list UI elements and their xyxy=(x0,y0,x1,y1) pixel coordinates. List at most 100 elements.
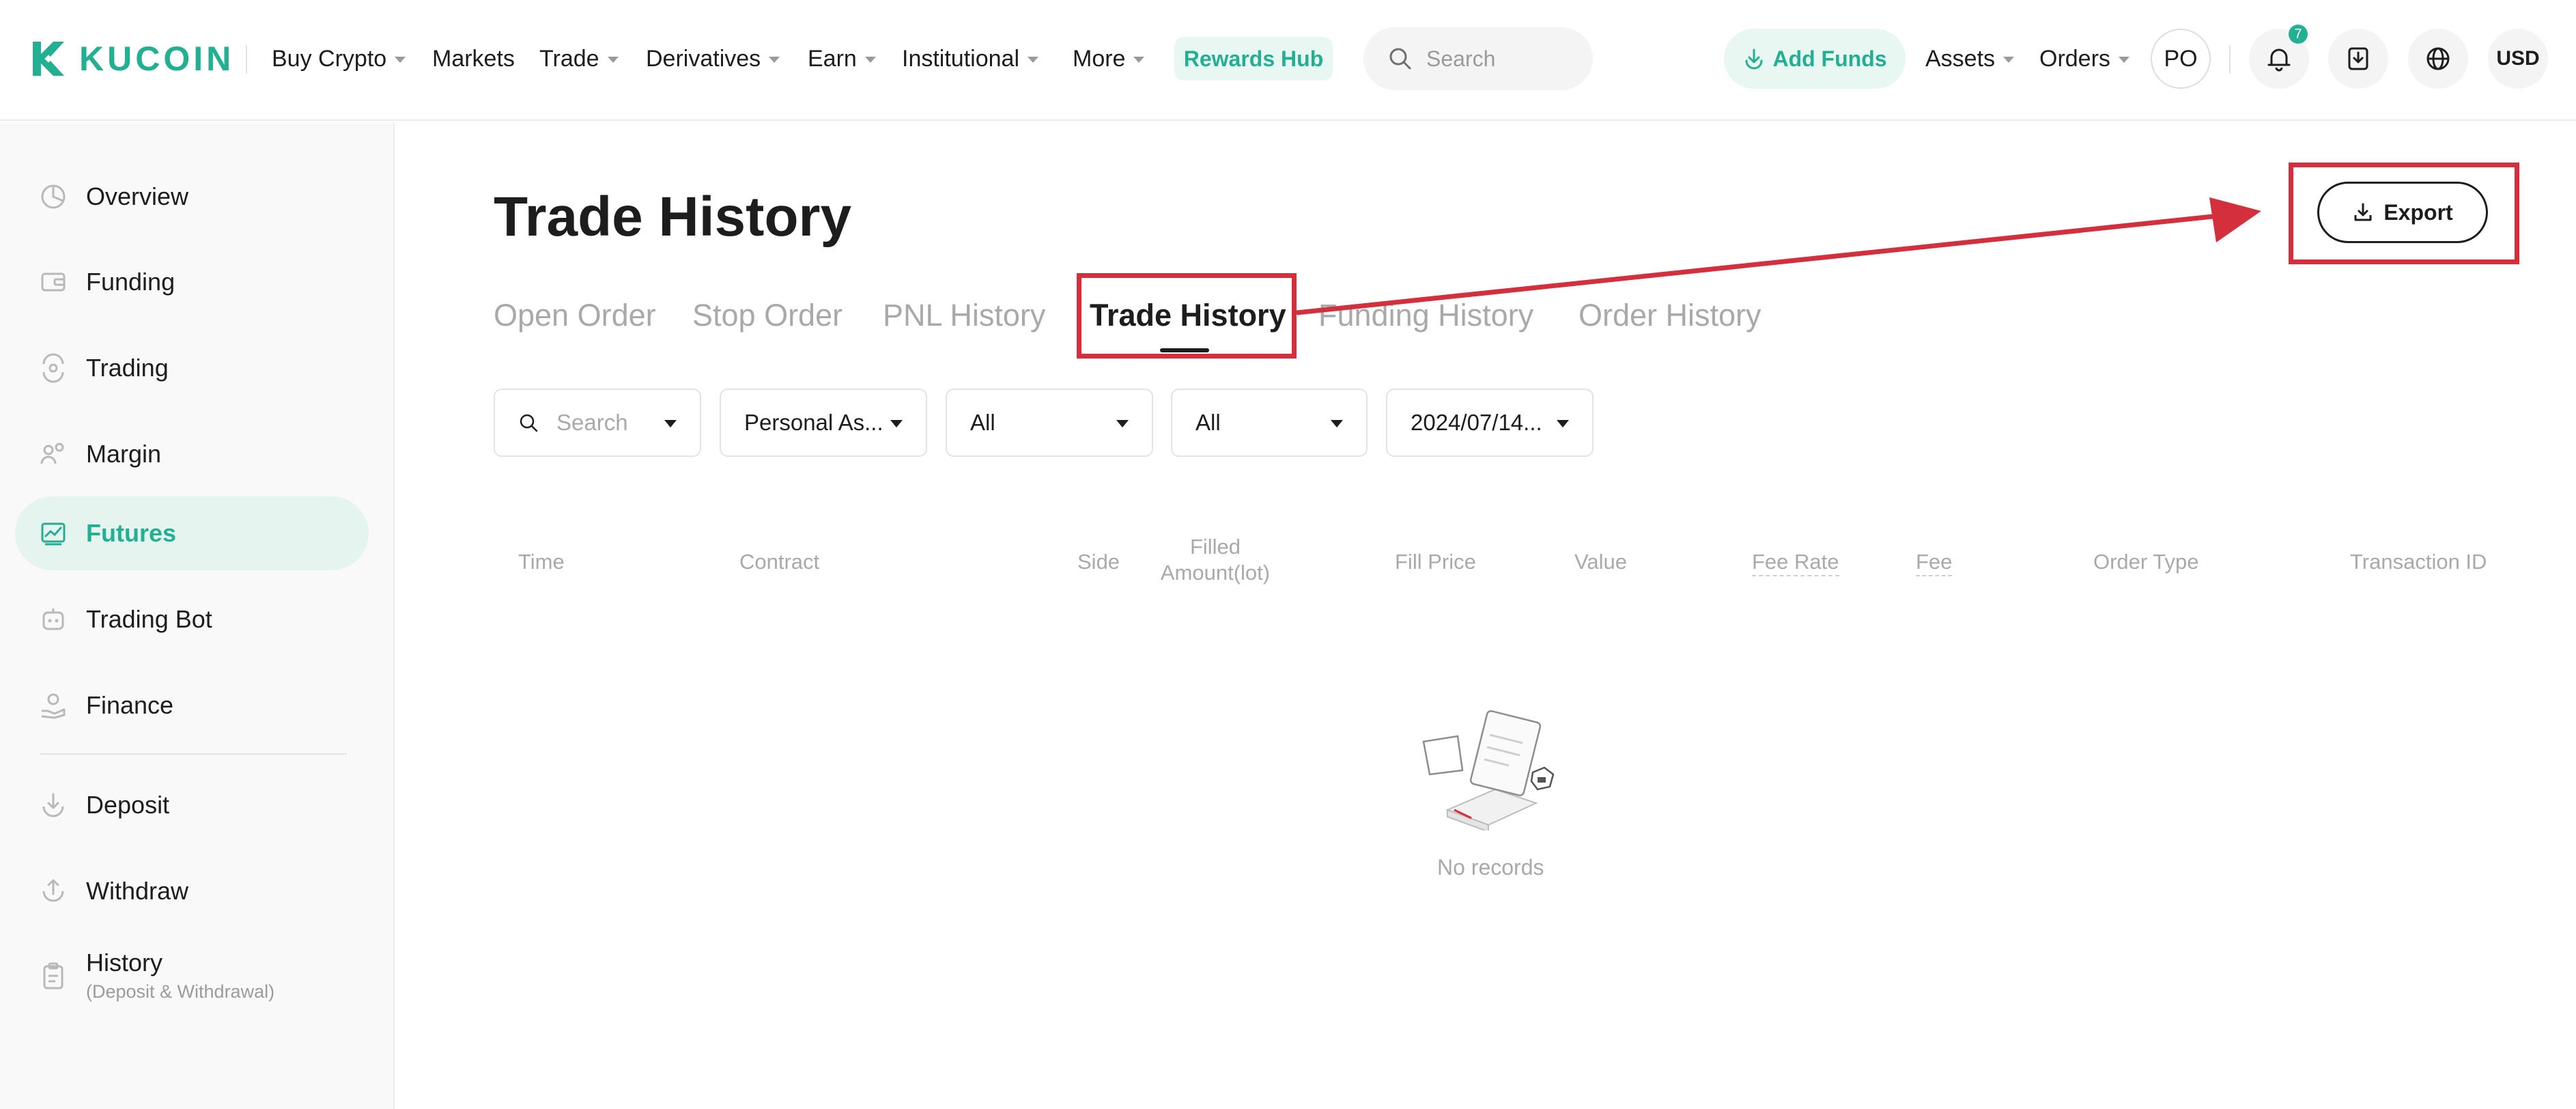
sidebar-item-history[interactable]: History (Deposit & Withdrawal) xyxy=(15,940,369,1022)
nav-label: Buy Crypto xyxy=(272,46,387,72)
sidebar-item-trading-bot[interactable]: Trading Bot xyxy=(15,582,369,656)
exchange-icon xyxy=(42,353,64,383)
sidebar-item-label: Trading xyxy=(86,354,169,382)
download-arrow-icon xyxy=(1745,48,1763,70)
caret-down-icon xyxy=(664,420,677,427)
logo-text: KUCOIN xyxy=(79,40,235,78)
column-header-time: Time xyxy=(518,550,565,574)
sidebar-item-label: Funding xyxy=(86,268,175,296)
chevron-down-icon xyxy=(769,56,780,63)
caret-down-icon xyxy=(1116,420,1129,427)
currency-label: USD xyxy=(2496,47,2540,70)
nav-trade[interactable]: Trade xyxy=(539,42,619,75)
futures-chart-icon xyxy=(41,522,66,546)
nav-more[interactable]: More xyxy=(1073,42,1145,75)
sidebar-item-label: Overview xyxy=(86,182,189,210)
sidebar-item-finance[interactable]: Finance xyxy=(15,669,369,742)
language-button[interactable] xyxy=(2408,29,2468,89)
download-app-button[interactable] xyxy=(2328,29,2388,89)
filter-side-select[interactable]: All xyxy=(946,389,1153,457)
sidebar-history-text: History (Deposit & Withdrawal) xyxy=(86,949,274,1002)
sidebar-item-sublabel: (Deposit & Withdrawal) xyxy=(86,981,275,1002)
tab-order-history[interactable]: Order History xyxy=(1579,295,1761,336)
currency-button[interactable]: USD xyxy=(2488,29,2548,89)
nav-divider xyxy=(246,45,247,74)
chevron-down-icon xyxy=(2003,56,2015,63)
globe-icon xyxy=(2426,47,2450,70)
pie-chart-icon xyxy=(41,184,66,209)
tab-open-order[interactable]: Open Order xyxy=(494,295,656,336)
nav-label: More xyxy=(1073,46,1126,72)
column-header-side: Side xyxy=(1077,550,1120,574)
sidebar-item-label: Deposit xyxy=(86,791,170,819)
top-search-input[interactable]: Search xyxy=(1363,27,1593,90)
column-header-fee[interactable]: Fee xyxy=(1916,549,1953,576)
sidebar-item-overview[interactable]: Overview xyxy=(15,160,369,234)
chevron-down-icon xyxy=(607,56,619,63)
nav-institutional[interactable]: Institutional xyxy=(902,42,1038,75)
nav-label: Assets xyxy=(1925,46,1996,72)
filter-date-select[interactable]: 2024/07/14... xyxy=(1386,389,1594,457)
sidebar-item-deposit[interactable]: Deposit xyxy=(15,768,369,842)
hand-coin-icon xyxy=(41,693,66,719)
rewards-hub-button[interactable]: Rewards Hub xyxy=(1174,37,1333,81)
sidebar-item-label: Futures xyxy=(86,519,177,547)
page-title: Trade History xyxy=(494,186,852,248)
filter-search-input[interactable]: Search xyxy=(494,389,701,457)
nav-label: Markets xyxy=(432,46,515,72)
filter-side-value: All xyxy=(970,410,995,435)
caret-down-icon xyxy=(1557,420,1569,427)
notification-count-badge: 7 xyxy=(2289,25,2308,44)
kucoin-logo-icon xyxy=(33,42,64,76)
empty-state-text: No records xyxy=(1437,855,1544,880)
nav-markets[interactable]: Markets xyxy=(432,42,515,75)
chevron-down-icon xyxy=(1133,56,1145,63)
sidebar-item-label: Margin xyxy=(86,440,162,468)
sidebar-item-futures[interactable]: Futures xyxy=(15,496,369,570)
tab-stop-order[interactable]: Stop Order xyxy=(692,295,843,336)
chevron-down-icon xyxy=(1028,56,1038,63)
chevron-down-icon xyxy=(864,56,876,63)
search-icon xyxy=(1389,48,1411,70)
nav-label: Derivatives xyxy=(646,46,761,72)
nav-assets[interactable]: Assets xyxy=(1925,42,2015,75)
empty-records-illustration xyxy=(1422,710,1555,830)
search-icon xyxy=(520,414,538,432)
nav-orders[interactable]: Orders xyxy=(2039,42,2129,75)
column-header-transaction-id: Transaction ID xyxy=(2350,550,2487,574)
caret-down-icon xyxy=(890,420,903,427)
nav-earn[interactable]: Earn xyxy=(808,42,876,75)
export-button-highlight xyxy=(2289,163,2519,264)
kucoin-logo[interactable]: KUCOIN xyxy=(27,38,234,80)
column-header-value: Value xyxy=(1574,550,1627,574)
sidebar-item-label: History xyxy=(86,949,163,977)
wallet-icon xyxy=(41,272,66,292)
add-funds-button[interactable]: Add Funds xyxy=(1724,29,1906,89)
nav-derivatives[interactable]: Derivatives xyxy=(646,42,780,75)
column-header-contract: Contract xyxy=(739,550,820,574)
sidebar-item-funding[interactable]: Funding xyxy=(15,245,369,319)
nav-buy-crypto[interactable]: Buy Crypto xyxy=(272,42,406,75)
tab-pnl-history[interactable]: PNL History xyxy=(883,295,1045,336)
filter-type-select[interactable]: All xyxy=(1171,389,1368,457)
column-header-filled-amount: Filled Amount(lot) xyxy=(1160,535,1271,585)
filter-type-value: All xyxy=(1195,410,1221,435)
top-navigation-bar: KUCOIN Buy Crypto Markets Trade Derivati… xyxy=(0,0,2576,121)
sidebar-item-withdraw[interactable]: Withdraw xyxy=(15,854,369,928)
add-funds-label: Add Funds xyxy=(1772,46,1887,71)
chevron-down-icon xyxy=(2118,56,2129,63)
deposit-icon xyxy=(42,793,64,817)
caret-down-icon xyxy=(1331,420,1343,427)
tab-funding-history[interactable]: Funding History xyxy=(1318,295,1533,336)
filter-search-placeholder: Search xyxy=(556,410,628,435)
filter-account-value: Personal As... xyxy=(744,410,883,435)
filter-account-select[interactable]: Personal As... xyxy=(720,389,927,457)
robot-icon xyxy=(42,608,64,630)
column-header-fee-rate[interactable]: Fee Rate xyxy=(1752,549,1839,576)
avatar[interactable]: PO xyxy=(2151,29,2211,89)
nav-label: Trade xyxy=(539,46,599,72)
sidebar-item-trading[interactable]: Trading xyxy=(15,331,369,405)
sidebar-divider xyxy=(40,753,347,755)
sidebar-item-label: Finance xyxy=(86,691,174,719)
sidebar-item-margin[interactable]: Margin xyxy=(15,417,369,491)
